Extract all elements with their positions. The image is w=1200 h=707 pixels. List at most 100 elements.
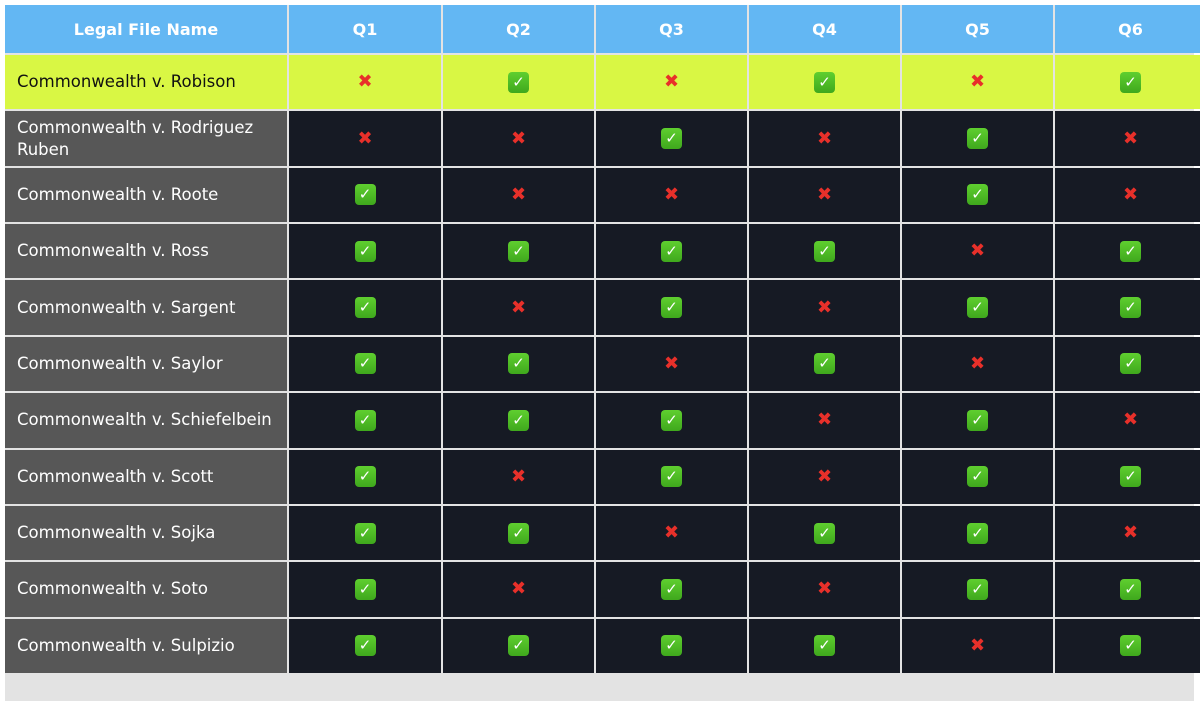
row-file-name: Commonwealth v. Rodriguez Ruben	[5, 111, 287, 166]
result-cell-q4: ✖	[749, 111, 900, 166]
result-cell-q6: ✓	[1055, 336, 1200, 392]
result-cell-q2: ✖	[443, 111, 594, 166]
result-cell-q5: ✓	[902, 449, 1053, 504]
cross-mark-icon: ✖	[969, 352, 986, 374]
result-cell-q6: ✓	[1055, 449, 1200, 504]
result-cell-q4: ✖	[749, 280, 900, 335]
cross-mark-icon: ✖	[510, 127, 527, 149]
check-mark-icon: ✓	[661, 240, 682, 262]
result-cell-q6: ✖	[1055, 167, 1200, 223]
result-cell-q4: ✓	[749, 505, 900, 561]
result-cell-q2: ✓	[443, 618, 594, 673]
result-cell-q5: ✖	[902, 224, 1053, 279]
check-mark-icon: ✓	[354, 353, 376, 375]
result-cell-q1: ✓	[289, 224, 441, 279]
check-mark-icon: ✓	[814, 353, 835, 375]
check-mark-icon: ✓	[967, 409, 988, 431]
cross-mark-icon: ✖	[1122, 127, 1139, 149]
result-cell-q1: ✖	[289, 55, 441, 110]
check-mark-icon: ✓	[508, 409, 529, 431]
result-cell-q6: ✖	[1055, 393, 1200, 448]
cross-mark-icon: ✖	[1122, 522, 1139, 544]
cross-mark-icon: ✖	[969, 71, 986, 93]
cross-mark-icon: ✖	[816, 409, 833, 431]
header-q6: Q6	[1055, 5, 1200, 53]
check-mark-icon: ✓	[508, 353, 529, 375]
check-mark-icon: ✓	[967, 522, 988, 544]
header-q5: Q5	[902, 5, 1053, 53]
check-mark-icon: ✓	[354, 522, 376, 544]
cross-mark-icon: ✖	[510, 465, 527, 487]
result-cell-q1: ✓	[289, 167, 441, 223]
result-cell-q4: ✓	[749, 55, 900, 110]
result-cell-q3: ✓	[596, 449, 747, 504]
result-cell-q4: ✖	[749, 449, 900, 504]
check-mark-icon: ✓	[354, 635, 376, 657]
check-mark-icon: ✓	[814, 635, 835, 657]
check-mark-icon: ✓	[1120, 353, 1141, 375]
check-mark-icon: ✓	[1120, 578, 1141, 600]
result-cell-q1: ✓	[289, 280, 441, 335]
result-cell-q2: ✓	[443, 505, 594, 561]
row-file-name: Commonwealth v. Sojka	[5, 505, 287, 561]
cross-mark-icon: ✖	[663, 522, 680, 544]
row-file-name: Commonwealth v. Robison	[5, 55, 287, 110]
result-cell-q5: ✓	[902, 562, 1053, 617]
result-cell-q2: ✖	[443, 562, 594, 617]
result-cell-q3: ✖	[596, 55, 747, 110]
result-cell-q4: ✓	[749, 224, 900, 279]
result-cell-q6: ✓	[1055, 224, 1200, 279]
cross-mark-icon: ✖	[357, 71, 373, 93]
check-mark-icon: ✓	[354, 409, 376, 431]
result-cell-q5: ✓	[902, 505, 1053, 561]
result-cell-q6: ✖	[1055, 111, 1200, 166]
check-mark-icon: ✓	[508, 635, 529, 657]
result-cell-q3: ✓	[596, 224, 747, 279]
header-q1: Q1	[289, 5, 441, 53]
cross-mark-icon: ✖	[663, 71, 680, 93]
result-cell-q3: ✓	[596, 280, 747, 335]
result-cell-q5: ✖	[902, 336, 1053, 392]
row-file-name: Commonwealth v. Sargent	[5, 280, 287, 335]
check-mark-icon: ✓	[661, 409, 682, 431]
row-file-name: Commonwealth v. Roote	[5, 167, 287, 223]
result-cell-q2: ✖	[443, 449, 594, 504]
row-file-name: Commonwealth v. Sulpizio	[5, 618, 287, 673]
cross-mark-icon: ✖	[969, 634, 986, 656]
result-cell-q5: ✖	[902, 55, 1053, 110]
result-cell-q4: ✖	[749, 167, 900, 223]
check-mark-icon: ✓	[354, 578, 376, 600]
check-mark-icon: ✓	[967, 184, 988, 206]
row-file-name: Commonwealth v. Soto	[5, 562, 287, 617]
result-cell-q5: ✓	[902, 111, 1053, 166]
result-cell-q2: ✓	[443, 55, 594, 110]
result-cell-q4: ✓	[749, 336, 900, 392]
check-mark-icon: ✓	[1120, 466, 1141, 488]
result-cell-q2: ✓	[443, 224, 594, 279]
check-mark-icon: ✓	[1120, 240, 1141, 262]
check-mark-icon: ✓	[354, 466, 376, 488]
result-cell-q4: ✖	[749, 562, 900, 617]
row-file-name: Commonwealth v. Schiefelbein	[5, 393, 287, 448]
result-cell-q2: ✖	[443, 280, 594, 335]
check-mark-icon: ✓	[1120, 71, 1141, 93]
result-cell-q2: ✓	[443, 336, 594, 392]
cross-mark-icon: ✖	[510, 183, 527, 205]
result-cell-q3: ✖	[596, 505, 747, 561]
result-cell-q6: ✖	[1055, 505, 1200, 561]
result-cell-q2: ✓	[443, 393, 594, 448]
result-cell-q3: ✓	[596, 618, 747, 673]
result-cell-q1: ✓	[289, 618, 441, 673]
check-mark-icon: ✓	[661, 128, 682, 150]
row-file-name: Commonwealth v. Saylor	[5, 336, 287, 392]
cross-mark-icon: ✖	[969, 240, 986, 262]
result-cell-q3: ✖	[596, 336, 747, 392]
result-cell-q6: ✓	[1055, 280, 1200, 335]
cross-mark-icon: ✖	[663, 183, 680, 205]
result-cell-q1: ✓	[289, 393, 441, 448]
result-cell-q3: ✓	[596, 111, 747, 166]
check-mark-icon: ✓	[967, 128, 988, 150]
check-mark-icon: ✓	[508, 71, 529, 93]
result-cell-q3: ✓	[596, 562, 747, 617]
result-cell-q1: ✓	[289, 336, 441, 392]
